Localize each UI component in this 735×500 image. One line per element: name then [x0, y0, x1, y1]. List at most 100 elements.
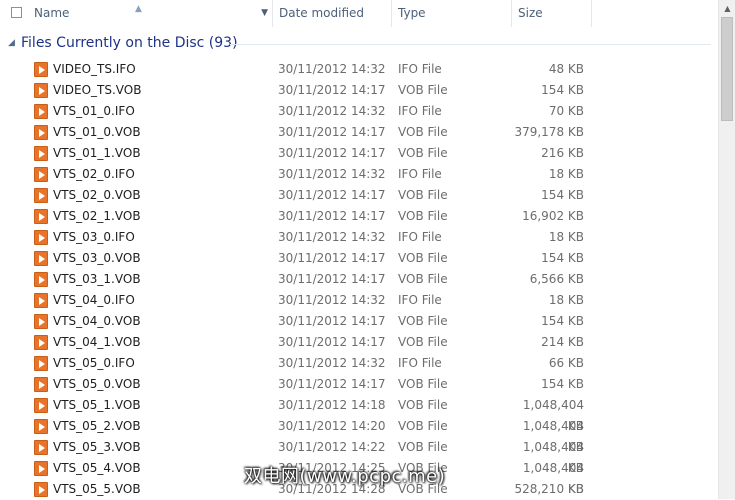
file-name: VTS_04_0.VOB	[53, 314, 141, 328]
file-size: 154 KB	[541, 188, 584, 202]
file-type: VOB File	[398, 272, 448, 286]
file-type: VOB File	[398, 419, 448, 433]
file-date-modified: 30/11/2012 14:32	[278, 230, 386, 244]
file-name: VTS_05_3.VOB	[53, 440, 141, 454]
file-row[interactable]: VTS_02_0.VOB 30/11/2012 14:17 VOB File 154 …	[0, 185, 718, 206]
file-size: 18 KB	[548, 230, 584, 244]
file-size: 18 KB	[548, 293, 584, 307]
vob-file-icon	[34, 146, 48, 161]
file-row[interactable]: VTS_04_0.VOB 30/11/2012 14:17 VOB File 154 …	[0, 311, 718, 332]
file-size: 16,902 KB	[522, 209, 584, 223]
file-row[interactable]: VTS_04_1.VOB 30/11/2012 14:17 VOB File 214 …	[0, 332, 718, 353]
file-row[interactable]: VTS_03_0.VOB 30/11/2012 14:17 VOB File 154 …	[0, 248, 718, 269]
file-type: IFO File	[398, 62, 442, 76]
file-row[interactable]: VTS_01_0.VOB 30/11/2012 14:17 VOB File 379,…	[0, 122, 718, 143]
file-type: VOB File	[398, 209, 448, 223]
file-type: VOB File	[398, 146, 448, 160]
vob-file-icon	[34, 293, 48, 308]
vob-file-icon	[34, 125, 48, 140]
file-date-modified: 30/11/2012 14:17	[278, 314, 386, 328]
chevron-down-icon[interactable]: ◢	[8, 38, 15, 48]
scroll-up-icon[interactable]: ▲	[719, 0, 735, 17]
file-name: VTS_01_0.IFO	[53, 104, 135, 118]
file-type: IFO File	[398, 293, 442, 307]
file-size: 154 KB	[541, 377, 584, 391]
column-header-bar: ▲ Name ▼ Date modified Type Size	[0, 0, 718, 27]
column-header-size[interactable]: Size	[512, 0, 592, 27]
column-header-size-label: Size	[518, 6, 543, 20]
file-name: VTS_02_1.VOB	[53, 209, 141, 223]
file-type: VOB File	[398, 251, 448, 265]
file-row[interactable]: VTS_03_1.VOB 30/11/2012 14:17 VOB File 6,56…	[0, 269, 718, 290]
file-type: VOB File	[398, 83, 448, 97]
column-header-name[interactable]: ▲ Name ▼	[0, 0, 273, 27]
scrollbar-thumb[interactable]	[721, 17, 733, 121]
vob-file-icon	[34, 377, 48, 392]
file-row[interactable]: VIDEO_TS.IFO 30/11/2012 14:32 IFO File 48 K…	[0, 59, 718, 80]
file-size: 70 KB	[548, 104, 584, 118]
vob-file-icon	[34, 230, 48, 245]
file-name: VTS_05_0.VOB	[53, 377, 141, 391]
vob-file-icon	[34, 419, 48, 434]
file-size: 528,210 KB	[514, 482, 584, 496]
file-row[interactable]: VTS_05_0.IFO 30/11/2012 14:32 IFO File 66 K…	[0, 353, 718, 374]
file-size: 66 KB	[548, 356, 584, 370]
file-row[interactable]: VTS_03_0.IFO 30/11/2012 14:32 IFO File 18 K…	[0, 227, 718, 248]
file-name: VTS_04_0.IFO	[53, 293, 135, 307]
file-row[interactable]: VTS_05_1.VOB 30/11/2012 14:18 VOB File 1,04…	[0, 395, 718, 433]
file-date-modified: 30/11/2012 14:32	[278, 356, 386, 370]
file-date-modified: 30/11/2012 14:17	[278, 251, 386, 265]
file-name: VTS_01_0.VOB	[53, 125, 141, 139]
file-size: 6,566 KB	[529, 272, 584, 286]
file-date-modified: 30/11/2012 14:32	[278, 167, 386, 181]
select-all-checkbox[interactable]	[11, 7, 22, 18]
file-size: 18 KB	[548, 167, 584, 181]
vob-file-icon	[34, 62, 48, 77]
file-date-modified: 30/11/2012 14:17	[278, 335, 386, 349]
file-type: IFO File	[398, 104, 442, 118]
file-row[interactable]: VIDEO_TS.VOB 30/11/2012 14:17 VOB File 154 …	[0, 80, 718, 101]
file-row[interactable]: VTS_02_1.VOB 30/11/2012 14:17 VOB File 16,9…	[0, 206, 718, 227]
file-name: VTS_03_1.VOB	[53, 272, 141, 286]
file-name: VTS_05_1.VOB	[53, 398, 141, 412]
file-type: IFO File	[398, 230, 442, 244]
column-header-filler	[592, 0, 718, 27]
file-date-modified: 30/11/2012 14:17	[278, 83, 386, 97]
file-row[interactable]: VTS_05_0.VOB 30/11/2012 14:17 VOB File 154 …	[0, 374, 718, 395]
vertical-scrollbar[interactable]: ▲	[718, 0, 735, 499]
vob-file-icon	[34, 251, 48, 266]
file-name: VTS_05_5.VOB	[53, 482, 141, 496]
file-type: IFO File	[398, 356, 442, 370]
file-name: VTS_03_0.VOB	[53, 251, 141, 265]
file-size: 154 KB	[541, 251, 584, 265]
file-type: VOB File	[398, 314, 448, 328]
vob-file-icon	[34, 461, 48, 476]
vob-file-icon	[34, 272, 48, 287]
column-header-name-label: Name	[34, 6, 70, 20]
vob-file-icon	[34, 314, 48, 329]
file-name: VTS_03_0.IFO	[53, 230, 135, 244]
chevron-down-icon[interactable]: ▼	[261, 0, 268, 26]
file-row[interactable]: VTS_04_0.IFO 30/11/2012 14:32 IFO File 18 K…	[0, 290, 718, 311]
file-date-modified: 30/11/2012 14:17	[278, 188, 386, 202]
file-row[interactable]: VTS_05_2.VOB 30/11/2012 14:20 VOB File 1,04…	[0, 416, 718, 454]
file-type: IFO File	[398, 167, 442, 181]
file-name: VIDEO_TS.VOB	[53, 83, 142, 97]
file-type: VOB File	[398, 335, 448, 349]
file-date-modified: 30/11/2012 14:17	[278, 125, 386, 139]
sort-up-icon: ▲	[135, 4, 142, 14]
vob-file-icon	[34, 440, 48, 455]
file-row[interactable]: VTS_01_0.IFO 30/11/2012 14:32 IFO File 70 K…	[0, 101, 718, 122]
file-row[interactable]: VTS_01_1.VOB 30/11/2012 14:17 VOB File 216 …	[0, 143, 718, 164]
file-row[interactable]: VTS_05_3.VOB 30/11/2012 14:22 VOB File 1,04…	[0, 437, 718, 475]
column-header-date[interactable]: Date modified	[273, 0, 392, 27]
watermark-text: 双电网(www.pcpc.me)	[244, 466, 446, 487]
file-group-header[interactable]: ◢ Files Currently on the Disc (93)	[0, 33, 718, 55]
file-size: 154 KB	[541, 83, 584, 97]
file-type: VOB File	[398, 398, 448, 412]
file-row[interactable]: VTS_02_0.IFO 30/11/2012 14:32 IFO File 18 K…	[0, 164, 718, 185]
file-type: VOB File	[398, 125, 448, 139]
file-name: VTS_04_1.VOB	[53, 335, 141, 349]
file-name: VTS_05_4.VOB	[53, 461, 141, 475]
column-header-type[interactable]: Type	[392, 0, 512, 27]
